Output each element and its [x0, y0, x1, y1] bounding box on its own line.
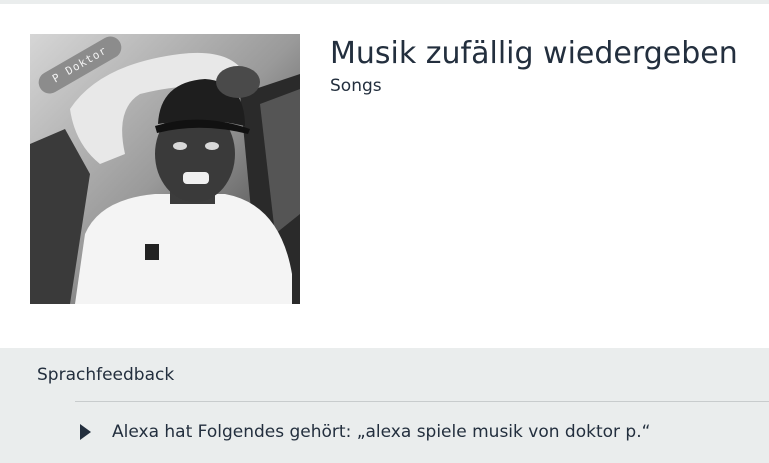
heard-utterance-toggle[interactable]: Alexa hat Folgendes gehört: „alexa spiel…: [80, 420, 650, 444]
voice-feedback-panel: Sprachfeedback Alexa hat Folgendes gehör…: [0, 348, 769, 463]
media-subtitle: Songs: [330, 76, 382, 96]
media-card: P Doktor Musik zufällig wiedergeben Song…: [0, 4, 769, 348]
media-info: Musik zufällig wiedergeben Songs: [330, 36, 738, 97]
heard-utterance-text: Alexa hat Folgendes gehört: „alexa spiel…: [112, 422, 651, 442]
triangle-right-icon[interactable]: [80, 424, 91, 440]
media-title: Musik zufällig wiedergeben: [330, 36, 738, 71]
voice-feedback-header: Sprachfeedback: [37, 365, 175, 385]
page: P Doktor Musik zufällig wiedergeben Song…: [0, 0, 769, 463]
divider: [75, 401, 769, 402]
album-cover-image: P Doktor: [30, 34, 300, 304]
